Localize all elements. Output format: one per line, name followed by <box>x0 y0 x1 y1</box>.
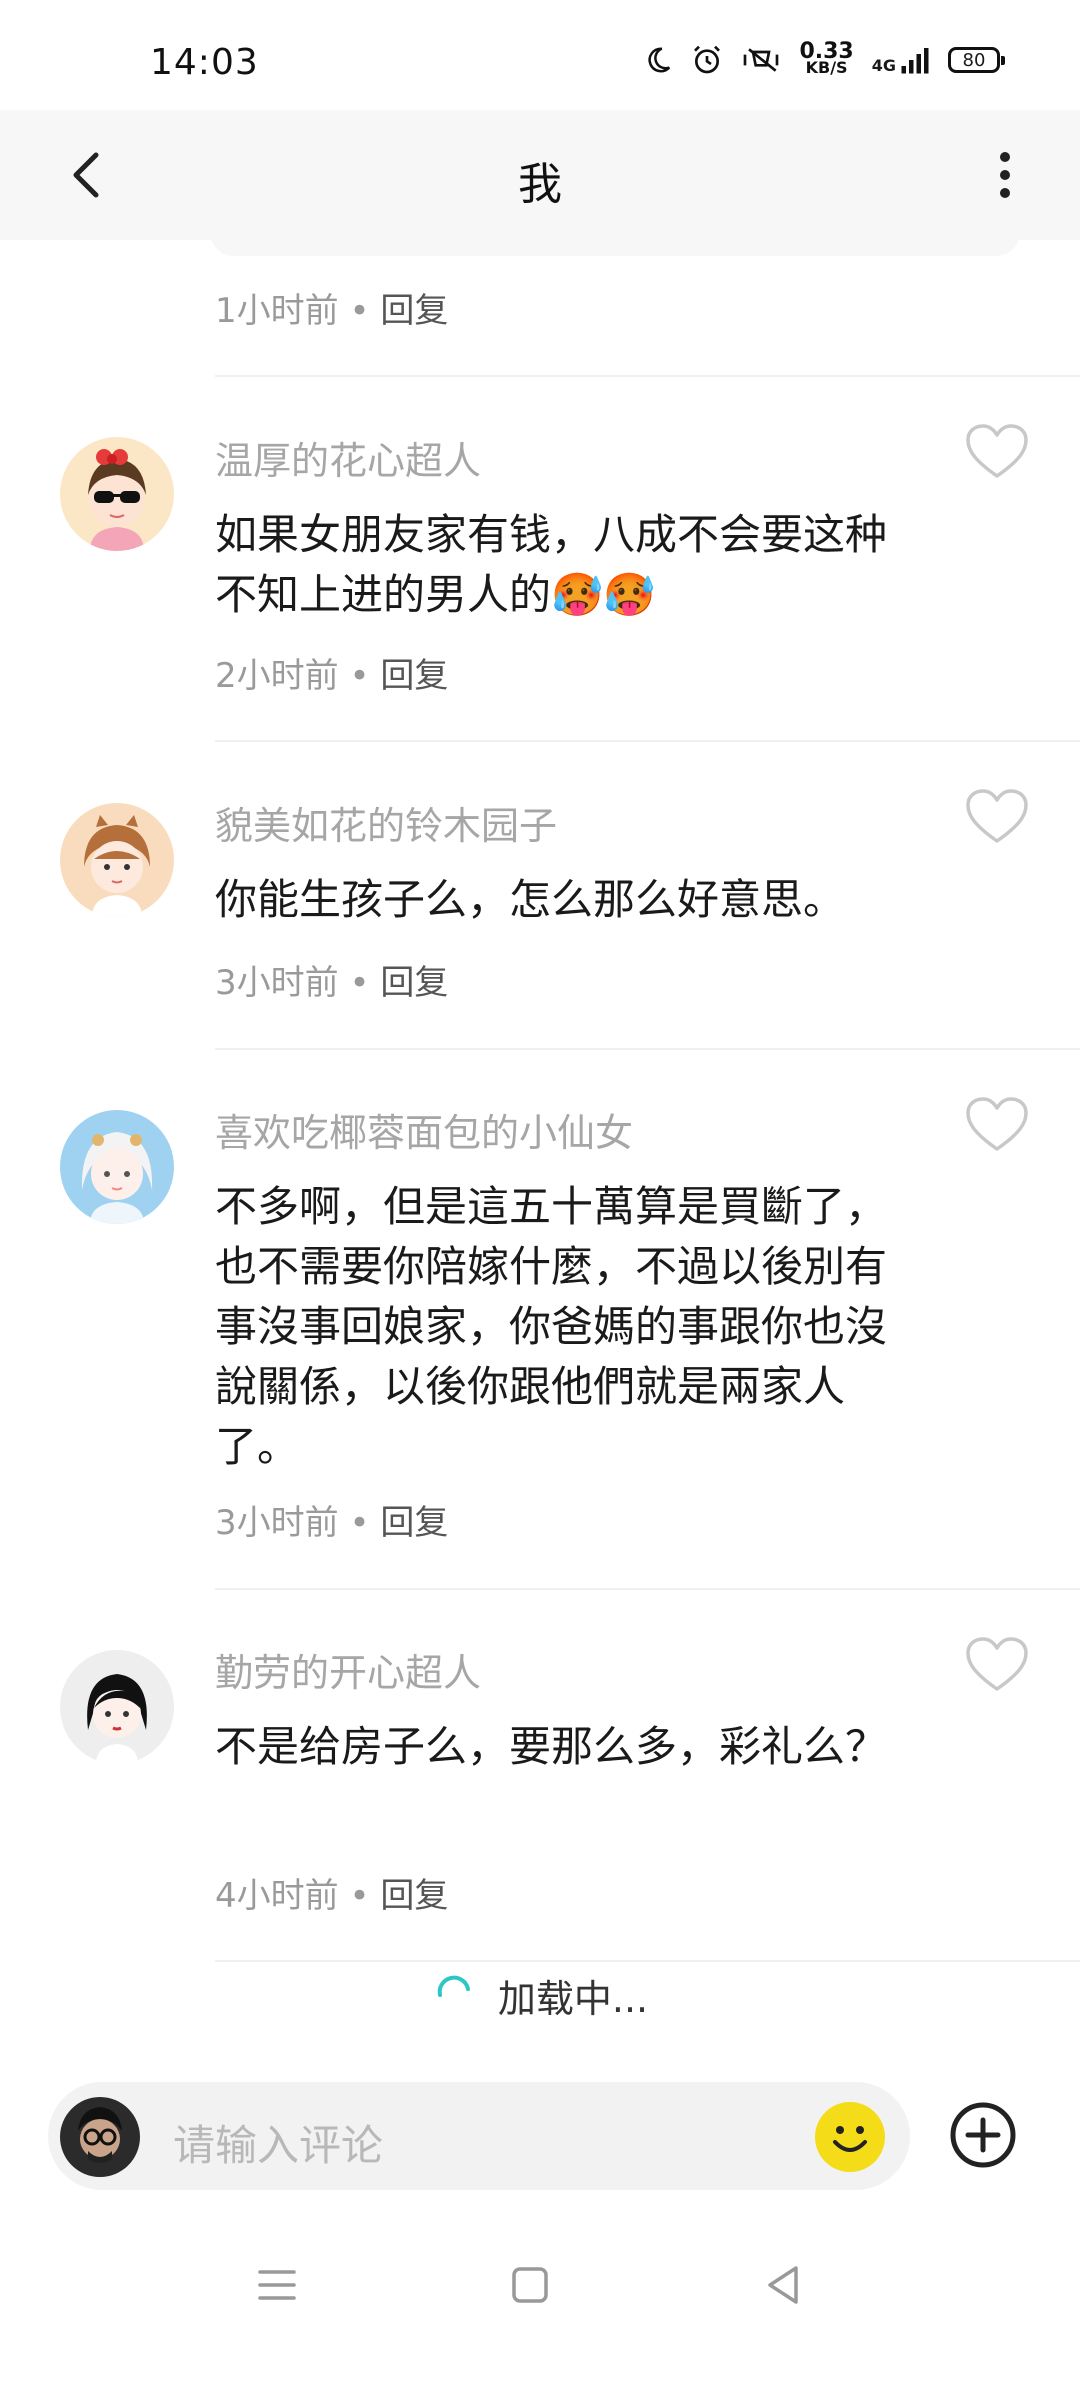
status-time: 14:03 <box>150 42 259 83</box>
moon-icon <box>648 47 671 73</box>
plus-circle-icon[interactable] <box>948 2100 1018 2170</box>
my-avatar <box>60 2097 140 2177</box>
avatar[interactable] <box>60 1110 174 1224</box>
back-triangle-icon[interactable] <box>756 2258 810 2312</box>
comment-meta: 1小时前 • 回复 <box>215 291 449 331</box>
avatar[interactable] <box>60 437 174 551</box>
vibrate-mute-icon <box>744 48 779 72</box>
title-bar: 我 <box>0 110 1080 240</box>
username[interactable]: 勤劳的开心超人 <box>215 1642 481 1697</box>
status-icons: 0.33 KB/S 4G 80 <box>643 39 1005 80</box>
avatar[interactable] <box>60 803 174 917</box>
username[interactable]: 喜欢吃椰蓉面包的小仙女 <box>215 1102 633 1157</box>
comment-text: 你能生孩子么，怎么那么好意思。 <box>215 875 846 924</box>
spinner-icon <box>437 1975 470 1997</box>
reply-button[interactable]: 回复 <box>380 291 448 331</box>
heart-outline-icon[interactable] <box>964 1635 1030 1695</box>
username[interactable]: 温厚的花心超人 <box>215 430 481 485</box>
battery-icon: 80 <box>948 47 1005 73</box>
system-nav-bar <box>0 2230 1080 2340</box>
loading-text: 加载中... <box>497 1976 649 2021</box>
divider <box>215 740 1080 742</box>
reply-button[interactable]: 回复 <box>380 656 448 696</box>
avatar[interactable] <box>60 1650 174 1764</box>
comment-text: 不多啊，但是這五十萬算是買斷了，也不需要你陪嫁什麼，不過以後別有事沒事回娘家，你… <box>215 1182 888 1471</box>
more-vertical-icon[interactable] <box>975 145 1035 205</box>
alarm-icon <box>694 45 721 74</box>
comment-input[interactable]: 请输入评论 <box>173 2112 383 2173</box>
loading-indicator: 加载中... <box>0 1960 1080 2030</box>
heart-outline-icon[interactable] <box>964 1095 1030 1155</box>
username[interactable]: 貌美如花的铃木园子 <box>215 795 557 850</box>
heart-outline-icon[interactable] <box>964 787 1030 847</box>
comment-meta: 4小时前 • 回复 <box>215 1876 449 1916</box>
reply-button[interactable]: 回复 <box>380 1876 448 1916</box>
signal-indicator: 4G <box>872 45 930 75</box>
page-title: 我 <box>518 159 562 210</box>
status-bar: 14:03 0.33 KB/S 4G 80 <box>0 0 1080 110</box>
divider <box>215 1588 1080 1590</box>
signal-icon <box>901 48 929 74</box>
comment-meta: 2小时前 • 回复 <box>215 656 449 696</box>
menu-icon[interactable] <box>250 2258 304 2312</box>
divider <box>215 1048 1080 1050</box>
comment-text: 如果女朋友家有钱，八成不会要这种不知上进的男人的🥵🥵 <box>215 510 888 619</box>
comment-meta: 3小时前 • 回复 <box>215 963 449 1003</box>
previous-comment-card <box>210 222 1020 256</box>
reply-button[interactable]: 回复 <box>380 1503 448 1543</box>
divider <box>215 375 1080 377</box>
home-icon[interactable] <box>503 2258 557 2312</box>
comment-input-bar[interactable]: 请输入评论 <box>48 2082 910 2190</box>
comment-text: 不是给房子么，要那么多，彩礼么？ <box>215 1722 888 1771</box>
comment-meta: 3小时前 • 回复 <box>215 1503 449 1543</box>
net-speed: 0.33 KB/S <box>799 39 854 77</box>
smiley-icon[interactable] <box>815 2102 885 2172</box>
heart-outline-icon[interactable] <box>964 422 1030 482</box>
reply-button[interactable]: 回复 <box>380 963 448 1003</box>
